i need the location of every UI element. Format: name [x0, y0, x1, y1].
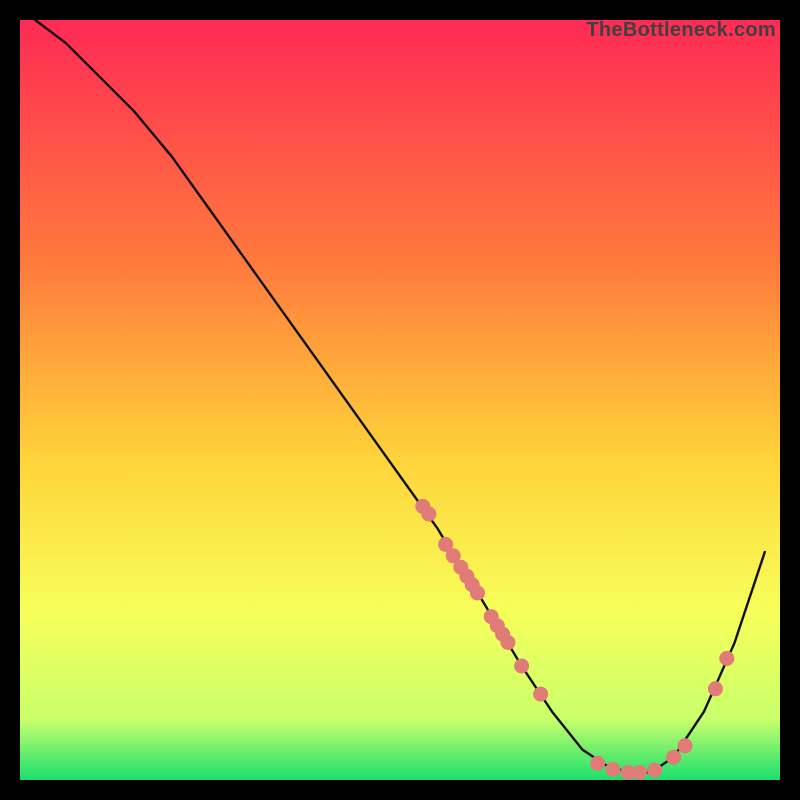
marker-dot — [666, 750, 681, 765]
marker-dot — [605, 762, 620, 777]
marker-dot — [678, 738, 693, 753]
marker-dot — [719, 651, 734, 666]
bottleneck-curve — [35, 20, 765, 772]
marker-dot — [500, 635, 515, 650]
marker-dot — [421, 507, 436, 522]
chart-svg — [20, 20, 780, 780]
marker-dot — [647, 763, 662, 778]
plot-area: TheBottleneck.com — [20, 20, 780, 780]
marker-dot — [514, 659, 529, 674]
marker-dot — [590, 756, 605, 771]
marker-dot — [533, 687, 548, 702]
marker-dot — [708, 681, 723, 696]
marker-dot — [632, 765, 647, 780]
marker-dot — [470, 586, 485, 601]
